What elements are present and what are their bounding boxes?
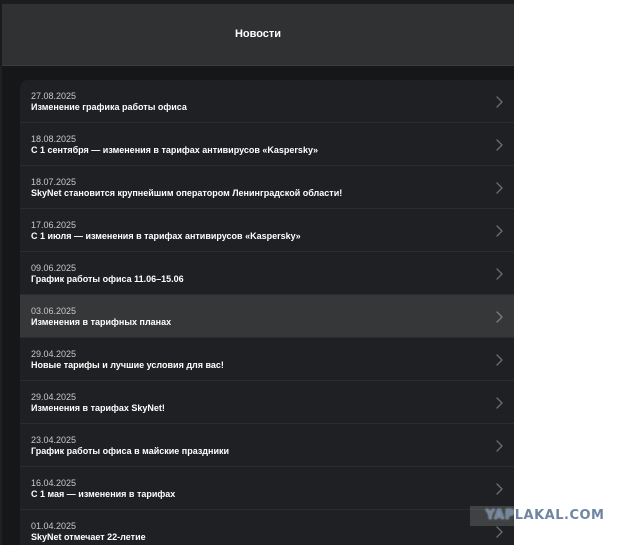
news-title: С 1 мая — изменения в тарифах bbox=[31, 489, 176, 499]
news-date: 29.04.2025 bbox=[31, 392, 77, 402]
news-date: 17.06.2025 bbox=[31, 220, 77, 230]
chevron-right-icon bbox=[496, 225, 503, 237]
site-watermark: YAPLAKAL.COM bbox=[470, 506, 620, 526]
news-date: 18.08.2025 bbox=[31, 134, 77, 144]
chevron-right-icon bbox=[496, 397, 503, 409]
header-divider bbox=[2, 65, 514, 66]
chevron-right-icon bbox=[496, 268, 503, 280]
news-item[interactable]: 27.08.2025 Изменение графика работы офис… bbox=[20, 80, 514, 123]
chevron-right-icon bbox=[496, 96, 503, 108]
news-title: Изменение графика работы офиса bbox=[31, 102, 187, 112]
news-item[interactable]: 23.04.2025 График работы офиса в майские… bbox=[20, 424, 514, 467]
news-item[interactable]: 18.08.2025 С 1 сентября — изменения в та… bbox=[20, 123, 514, 166]
header-bar: Новости bbox=[0, 0, 514, 66]
chevron-right-icon bbox=[496, 311, 503, 323]
news-item[interactable]: 29.04.2025 Изменения в тарифах SkyNet! bbox=[20, 381, 514, 424]
news-item[interactable]: 01.04.2025 SkyNet отмечает 22-летие bbox=[20, 510, 514, 545]
chevron-right-icon bbox=[496, 354, 503, 366]
page-title: Новости bbox=[234, 28, 282, 40]
news-date: 23.04.2025 bbox=[31, 435, 77, 445]
news-date: 18.07.2025 bbox=[31, 177, 77, 187]
chevron-right-icon bbox=[496, 526, 503, 538]
chevron-right-icon bbox=[496, 139, 503, 151]
news-title: Новые тарифы и лучшие условия для вас! bbox=[31, 360, 224, 370]
news-title: Изменения в тарифных планах bbox=[31, 317, 172, 327]
news-item[interactable]: 17.06.2025 С 1 июля — изменения в тарифа… bbox=[20, 209, 514, 252]
news-date: 16.04.2025 bbox=[31, 478, 77, 488]
news-title: График работы офиса 11.06–15.06 bbox=[31, 274, 184, 284]
news-date: 01.04.2025 bbox=[31, 521, 77, 531]
news-item[interactable]: 18.07.2025 SkyNet становится крупнейшим … bbox=[20, 166, 514, 209]
news-date: 27.08.2025 bbox=[31, 91, 77, 101]
news-date: 09.06.2025 bbox=[31, 263, 77, 273]
news-title: SkyNet становится крупнейшим оператором … bbox=[31, 188, 343, 198]
app-screen: Новости 27.08.2025 Изменение графика раб… bbox=[0, 0, 514, 545]
chevron-right-icon bbox=[496, 483, 503, 495]
news-date: 29.04.2025 bbox=[31, 349, 77, 359]
news-title: График работы офиса в майские праздники bbox=[31, 446, 230, 456]
news-title: Изменения в тарифах SkyNet! bbox=[31, 403, 165, 413]
news-item-hovered[interactable]: 03.06.2025 Изменения в тарифных планах bbox=[20, 295, 514, 338]
news-item[interactable]: 09.06.2025 График работы офиса 11.06–15.… bbox=[20, 252, 514, 295]
chevron-right-icon bbox=[496, 440, 503, 452]
news-item[interactable]: 16.04.2025 С 1 мая — изменения в тарифах bbox=[20, 467, 514, 510]
news-title: С 1 июля — изменения в тарифах антивирус… bbox=[31, 231, 301, 241]
left-edge bbox=[0, 66, 2, 545]
news-date: 03.06.2025 bbox=[31, 306, 77, 316]
news-title: С 1 сентября — изменения в тарифах антив… bbox=[31, 145, 318, 155]
news-item[interactable]: 29.04.2025 Новые тарифы и лучшие условия… bbox=[20, 338, 514, 381]
news-list: 27.08.2025 Изменение графика работы офис… bbox=[20, 80, 514, 545]
chevron-right-icon bbox=[496, 182, 503, 194]
news-title: SkyNet отмечает 22-летие bbox=[31, 532, 146, 542]
